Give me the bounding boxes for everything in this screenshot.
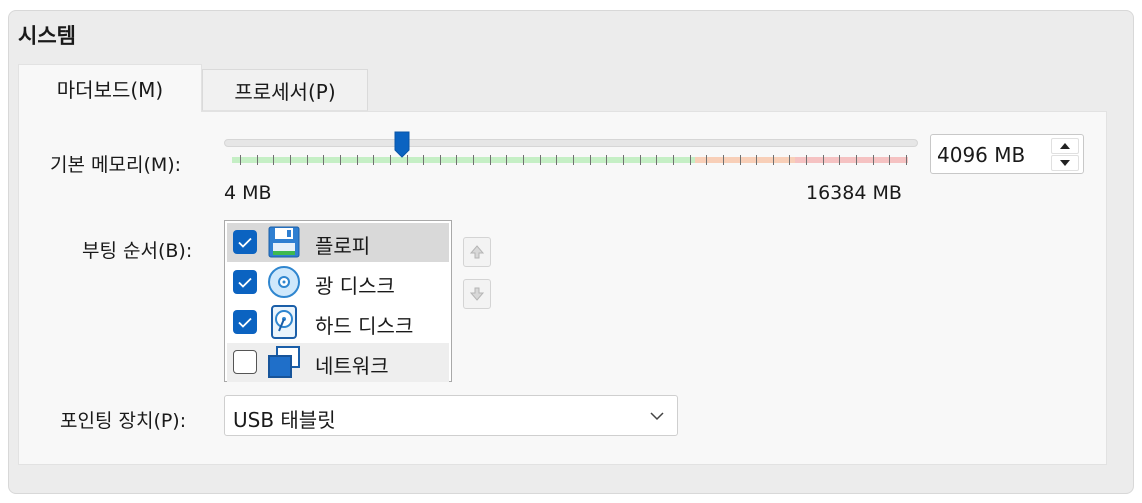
arrow-up-icon	[469, 245, 485, 259]
floppy-icon	[268, 226, 300, 258]
arrow-down-icon	[469, 287, 485, 301]
slider-tick	[306, 155, 308, 165]
memory-max-label: 16384 MB	[806, 182, 902, 204]
move-down-button[interactable]	[463, 279, 491, 309]
boot-order-label: 부팅 순서(B):	[82, 240, 193, 262]
boot-item-label: 네트워크	[315, 354, 389, 378]
check-icon	[238, 237, 252, 248]
slider-tick	[806, 155, 808, 165]
slider-zone-recommended	[232, 157, 695, 163]
memory-slider[interactable]	[224, 139, 918, 147]
boot-checkbox-optical[interactable]	[233, 270, 257, 294]
boot-item-network[interactable]: 네트워크	[227, 343, 449, 382]
network-icon	[268, 346, 300, 378]
spin-down-button[interactable]	[1051, 155, 1079, 171]
memory-value[interactable]: 4096 MB	[937, 143, 1025, 167]
slider-tick	[622, 155, 624, 165]
slider-tick	[256, 155, 258, 165]
slider-tick	[722, 155, 724, 165]
slider-tick	[289, 155, 291, 165]
slider-tick	[589, 155, 591, 165]
slider-tick	[906, 155, 907, 165]
pointing-device-select[interactable]: USB 태블릿	[224, 395, 678, 436]
boot-item-label: 플로피	[315, 234, 371, 258]
slider-tick	[639, 155, 641, 165]
slider-tick	[456, 155, 458, 165]
slider-tick	[772, 155, 774, 165]
slider-tick	[439, 155, 441, 165]
slider-tick	[573, 155, 574, 165]
hard-disk-icon	[271, 305, 297, 339]
group-title: 시스템	[18, 24, 76, 48]
boot-item-label: 하드 디스크	[315, 314, 414, 338]
check-icon	[238, 277, 252, 288]
slider-zone-warning	[695, 157, 795, 163]
boot-order-list[interactable]: 플로피 광 디스크 하드 디스크 네트워크	[224, 220, 452, 382]
spin-up-button[interactable]	[1051, 138, 1079, 154]
slider-tick	[539, 155, 541, 165]
slider-tick	[273, 155, 275, 165]
slider-tick	[506, 155, 508, 165]
slider-tick	[523, 155, 525, 165]
slider-tick	[356, 155, 358, 165]
slider-tick	[389, 155, 391, 165]
boot-item-optical[interactable]: 광 디스크	[227, 263, 449, 302]
slider-tick	[872, 155, 874, 165]
chevron-down-icon	[650, 412, 664, 421]
move-up-button[interactable]	[463, 237, 491, 267]
tab-motherboard[interactable]: 마더보드(M)	[18, 64, 202, 112]
memory-min-label: 4 MB	[224, 182, 272, 204]
check-icon	[238, 317, 252, 328]
slider-tick	[689, 155, 691, 165]
base-memory-label: 기본 메모리(M):	[50, 154, 182, 176]
slider-tick	[839, 155, 841, 165]
slider-tick	[706, 155, 708, 165]
slider-tick	[240, 155, 241, 165]
slider-tick	[789, 155, 791, 165]
boot-item-label: 광 디스크	[315, 274, 395, 298]
slider-tick	[556, 155, 558, 165]
optical-disc-icon	[268, 266, 300, 298]
boot-checkbox-floppy[interactable]	[233, 230, 257, 254]
slider-tick	[672, 155, 674, 165]
pointing-device-value: USB 태블릿	[233, 408, 336, 432]
slider-tick	[323, 155, 325, 165]
slider-tick	[373, 155, 375, 165]
memory-spinbox[interactable]: 4096 MB	[930, 134, 1084, 174]
boot-item-floppy[interactable]: 플로피	[227, 223, 449, 262]
slider-tick	[856, 155, 858, 165]
slider-tick	[339, 155, 341, 165]
slider-tick	[473, 155, 475, 165]
memory-slider-thumb[interactable]	[393, 130, 411, 158]
tab-processor[interactable]: 프로세서(P)	[202, 69, 368, 111]
slider-tick	[756, 155, 758, 165]
slider-zone-danger	[795, 157, 908, 163]
slider-tick	[489, 155, 491, 165]
slider-tick	[606, 155, 608, 165]
pointing-device-label: 포인팅 장치(P):	[60, 410, 187, 432]
slider-tick	[739, 155, 741, 165]
slider-tick	[656, 155, 658, 165]
arrow-down-icon	[1060, 160, 1070, 166]
slider-tick	[822, 155, 824, 165]
boot-checkbox-hard-disk[interactable]	[233, 310, 257, 334]
boot-checkbox-network[interactable]	[233, 350, 257, 374]
arrow-up-icon	[1060, 143, 1070, 149]
slider-tick	[423, 155, 425, 165]
boot-item-hard-disk[interactable]: 하드 디스크	[227, 303, 449, 342]
slider-tick	[889, 155, 891, 165]
